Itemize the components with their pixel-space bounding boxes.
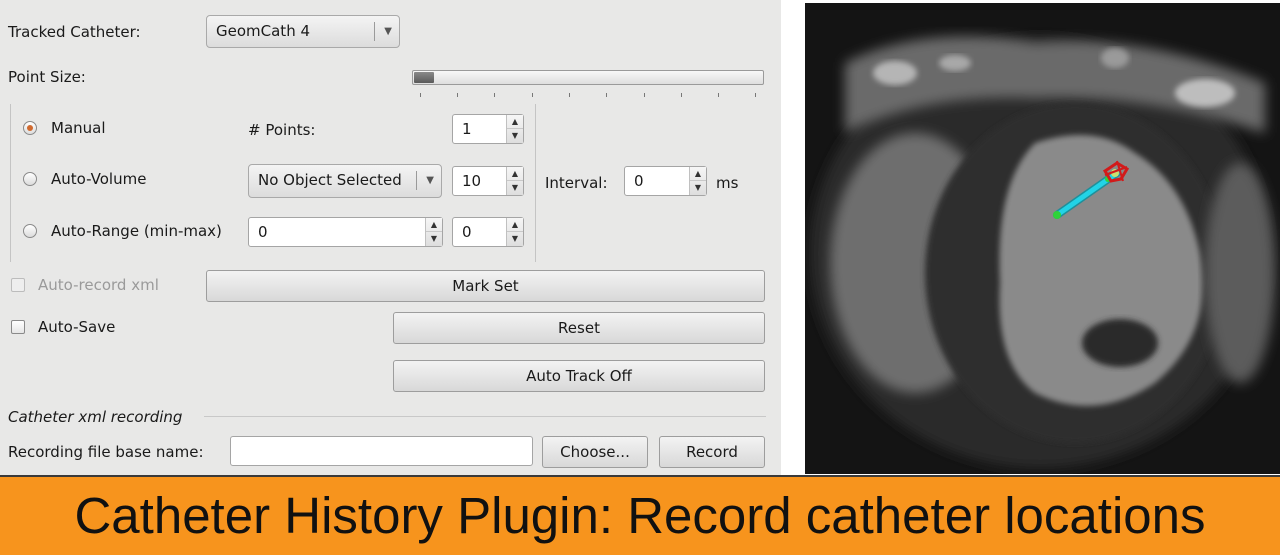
auto-volume-label: Auto-Volume (51, 170, 147, 188)
auto-track-button[interactable]: Auto Track Off (393, 360, 765, 392)
arrow-up-icon[interactable]: ▲ (507, 218, 523, 232)
caption-banner: Catheter History Plugin: Record catheter… (0, 475, 1280, 555)
interval-label: Interval: (545, 174, 608, 192)
arrow-down-icon[interactable]: ▼ (690, 181, 706, 195)
auto-range-label: Auto-Range (min-max) (51, 222, 222, 240)
volume-select-value: No Object Selected (258, 171, 402, 189)
record-button[interactable]: Record (659, 436, 765, 468)
point-size-label: Point Size: (8, 68, 86, 86)
plugin-panel: Tracked Catheter: GeomCath 4 ▼ Point Siz… (0, 0, 781, 475)
interval-value: 0 (634, 172, 644, 190)
banner-title: Catheter History Plugin: Record catheter… (74, 487, 1206, 544)
recording-file-input[interactable] (230, 436, 533, 466)
arrow-up-icon[interactable]: ▲ (507, 167, 523, 181)
manual-radio[interactable] (23, 121, 37, 135)
section-divider (204, 416, 766, 417)
slider-ticks (420, 93, 756, 97)
mri-viewport[interactable] (805, 3, 1280, 474)
chevron-down-icon: ▼ (426, 175, 434, 186)
catheter-point (1053, 211, 1061, 219)
arrow-down-icon[interactable]: ▼ (426, 232, 442, 246)
auto-save-label: Auto-Save (38, 318, 116, 336)
auto-volume-radio[interactable] (23, 172, 37, 186)
section-title: Catheter xml recording (8, 408, 183, 426)
auto-range-radio[interactable] (23, 224, 37, 238)
points-spinbox[interactable]: 1 ▲ ▼ (452, 114, 524, 144)
auto-volume-value: 10 (462, 172, 482, 190)
auto-record-xml-label: Auto-record xml (38, 276, 159, 294)
mri-image (805, 3, 1280, 474)
tracked-catheter-value: GeomCath 4 (216, 22, 311, 40)
range-min-value: 0 (258, 223, 268, 241)
interval-spinbox[interactable]: 0 ▲ ▼ (624, 166, 707, 196)
arrow-down-icon[interactable]: ▼ (507, 232, 523, 246)
range-max-value: 0 (462, 223, 472, 241)
interval-unit: ms (716, 174, 739, 192)
points-value: 1 (462, 120, 472, 138)
arrow-down-icon[interactable]: ▼ (507, 129, 523, 143)
auto-record-xml-checkbox[interactable] (11, 278, 25, 292)
arrow-up-icon[interactable]: ▲ (507, 115, 523, 129)
points-label: # Points: (248, 121, 316, 139)
manual-label: Manual (51, 119, 106, 137)
recording-label: Recording file base name: (8, 443, 204, 461)
reset-button[interactable]: Reset (393, 312, 765, 344)
arrow-down-icon[interactable]: ▼ (507, 181, 523, 195)
range-min-spinbox[interactable]: 0 ▲ ▼ (248, 217, 443, 247)
choose-button[interactable]: Choose... (542, 436, 648, 468)
arrow-up-icon[interactable]: ▲ (690, 167, 706, 181)
range-max-spinbox[interactable]: 0 ▲ ▼ (452, 217, 524, 247)
tracked-catheter-select[interactable]: GeomCath 4 ▼ (206, 15, 400, 48)
slider-handle[interactable] (414, 72, 434, 83)
auto-save-checkbox[interactable] (11, 320, 25, 334)
volume-select[interactable]: No Object Selected ▼ (248, 164, 442, 198)
chevron-down-icon: ▼ (384, 26, 392, 37)
arrow-up-icon[interactable]: ▲ (426, 218, 442, 232)
auto-volume-spinbox[interactable]: 10 ▲ ▼ (452, 166, 524, 196)
tracked-catheter-label: Tracked Catheter: (8, 23, 141, 41)
point-size-slider[interactable] (412, 70, 764, 85)
mark-set-button[interactable]: Mark Set (206, 270, 765, 302)
